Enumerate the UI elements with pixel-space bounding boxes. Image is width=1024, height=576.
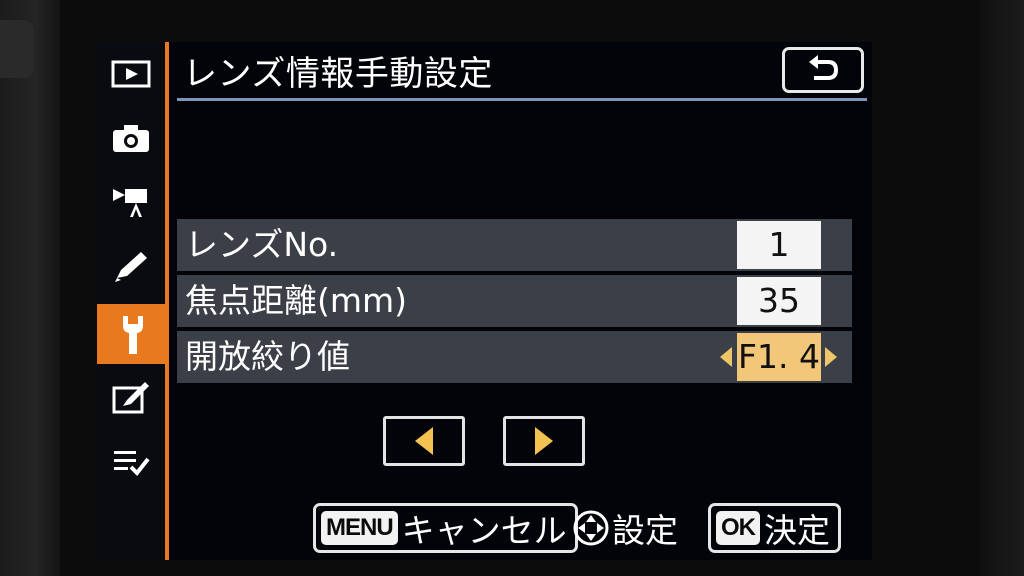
right-arrow-icon: [535, 427, 553, 455]
sidebar-item-retouch[interactable]: [97, 368, 165, 428]
camera-bezel-right: [980, 0, 1024, 576]
nav-left-button[interactable]: [383, 416, 465, 466]
menu-sidebar: [97, 42, 169, 560]
row-tail: [827, 275, 852, 327]
pencil-icon: [115, 252, 147, 282]
set-hint: 設定: [572, 503, 678, 553]
focal-length-value[interactable]: 35: [737, 277, 821, 325]
row-label: 開放絞り値: [185, 337, 350, 376]
cancel-button[interactable]: MENU キャンセル: [313, 503, 578, 553]
bezel-notch: [0, 20, 34, 78]
my-menu-icon: [114, 451, 150, 477]
multi-selector-icon: [573, 510, 609, 546]
set-label: 設定: [612, 511, 678, 550]
wrench-icon: [123, 316, 143, 354]
ok-label: 決定: [764, 511, 830, 550]
row-lens-number[interactable]: レンズNo. 1: [177, 219, 852, 271]
decrease-arrow-icon[interactable]: [720, 347, 732, 367]
cancel-label: キャンセル: [401, 511, 567, 550]
row-max-aperture[interactable]: 開放絞り値 F1. 4: [177, 331, 852, 383]
camera-icon: [113, 125, 149, 152]
menu-badge: MENU: [321, 511, 398, 545]
ok-badge: OK: [716, 511, 760, 545]
row-label: レンズNo.: [185, 225, 339, 264]
page-title: レンズ情報手動設定: [183, 54, 493, 94]
row-focal-length[interactable]: 焦点距離(mm) 35: [177, 275, 852, 327]
camera-bezel-left: [0, 0, 60, 576]
row-label: 焦点距離(mm): [185, 281, 408, 320]
movie-camera-icon: [113, 189, 147, 217]
back-button[interactable]: [782, 47, 864, 93]
sidebar-accent-line: [165, 42, 169, 560]
sidebar-item-custom-settings[interactable]: [97, 236, 165, 296]
return-arrow-icon: [809, 55, 839, 80]
sidebar-item-playback[interactable]: [97, 44, 165, 104]
ok-button[interactable]: OK 決定: [708, 503, 841, 553]
sidebar-item-photo-shooting[interactable]: [97, 108, 165, 168]
playback-icon: [111, 60, 151, 88]
left-arrow-icon: [415, 427, 433, 455]
increase-arrow-icon[interactable]: [825, 347, 837, 367]
sidebar-item-setup[interactable]: [97, 304, 169, 364]
sidebar-item-movie-shooting[interactable]: [97, 172, 165, 232]
max-aperture-value[interactable]: F1. 4: [737, 333, 821, 381]
title-divider: [177, 98, 867, 101]
sidebar-item-my-menu[interactable]: [97, 432, 165, 492]
row-tail: [827, 219, 852, 271]
retouch-icon: [112, 382, 149, 414]
lcd-screen: レンズ情報手動設定 レンズNo. 1 焦点距離(mm) 35 開放絞り値 F1.…: [97, 42, 872, 560]
lens-number-value[interactable]: 1: [737, 221, 821, 269]
nav-right-button[interactable]: [503, 416, 585, 466]
